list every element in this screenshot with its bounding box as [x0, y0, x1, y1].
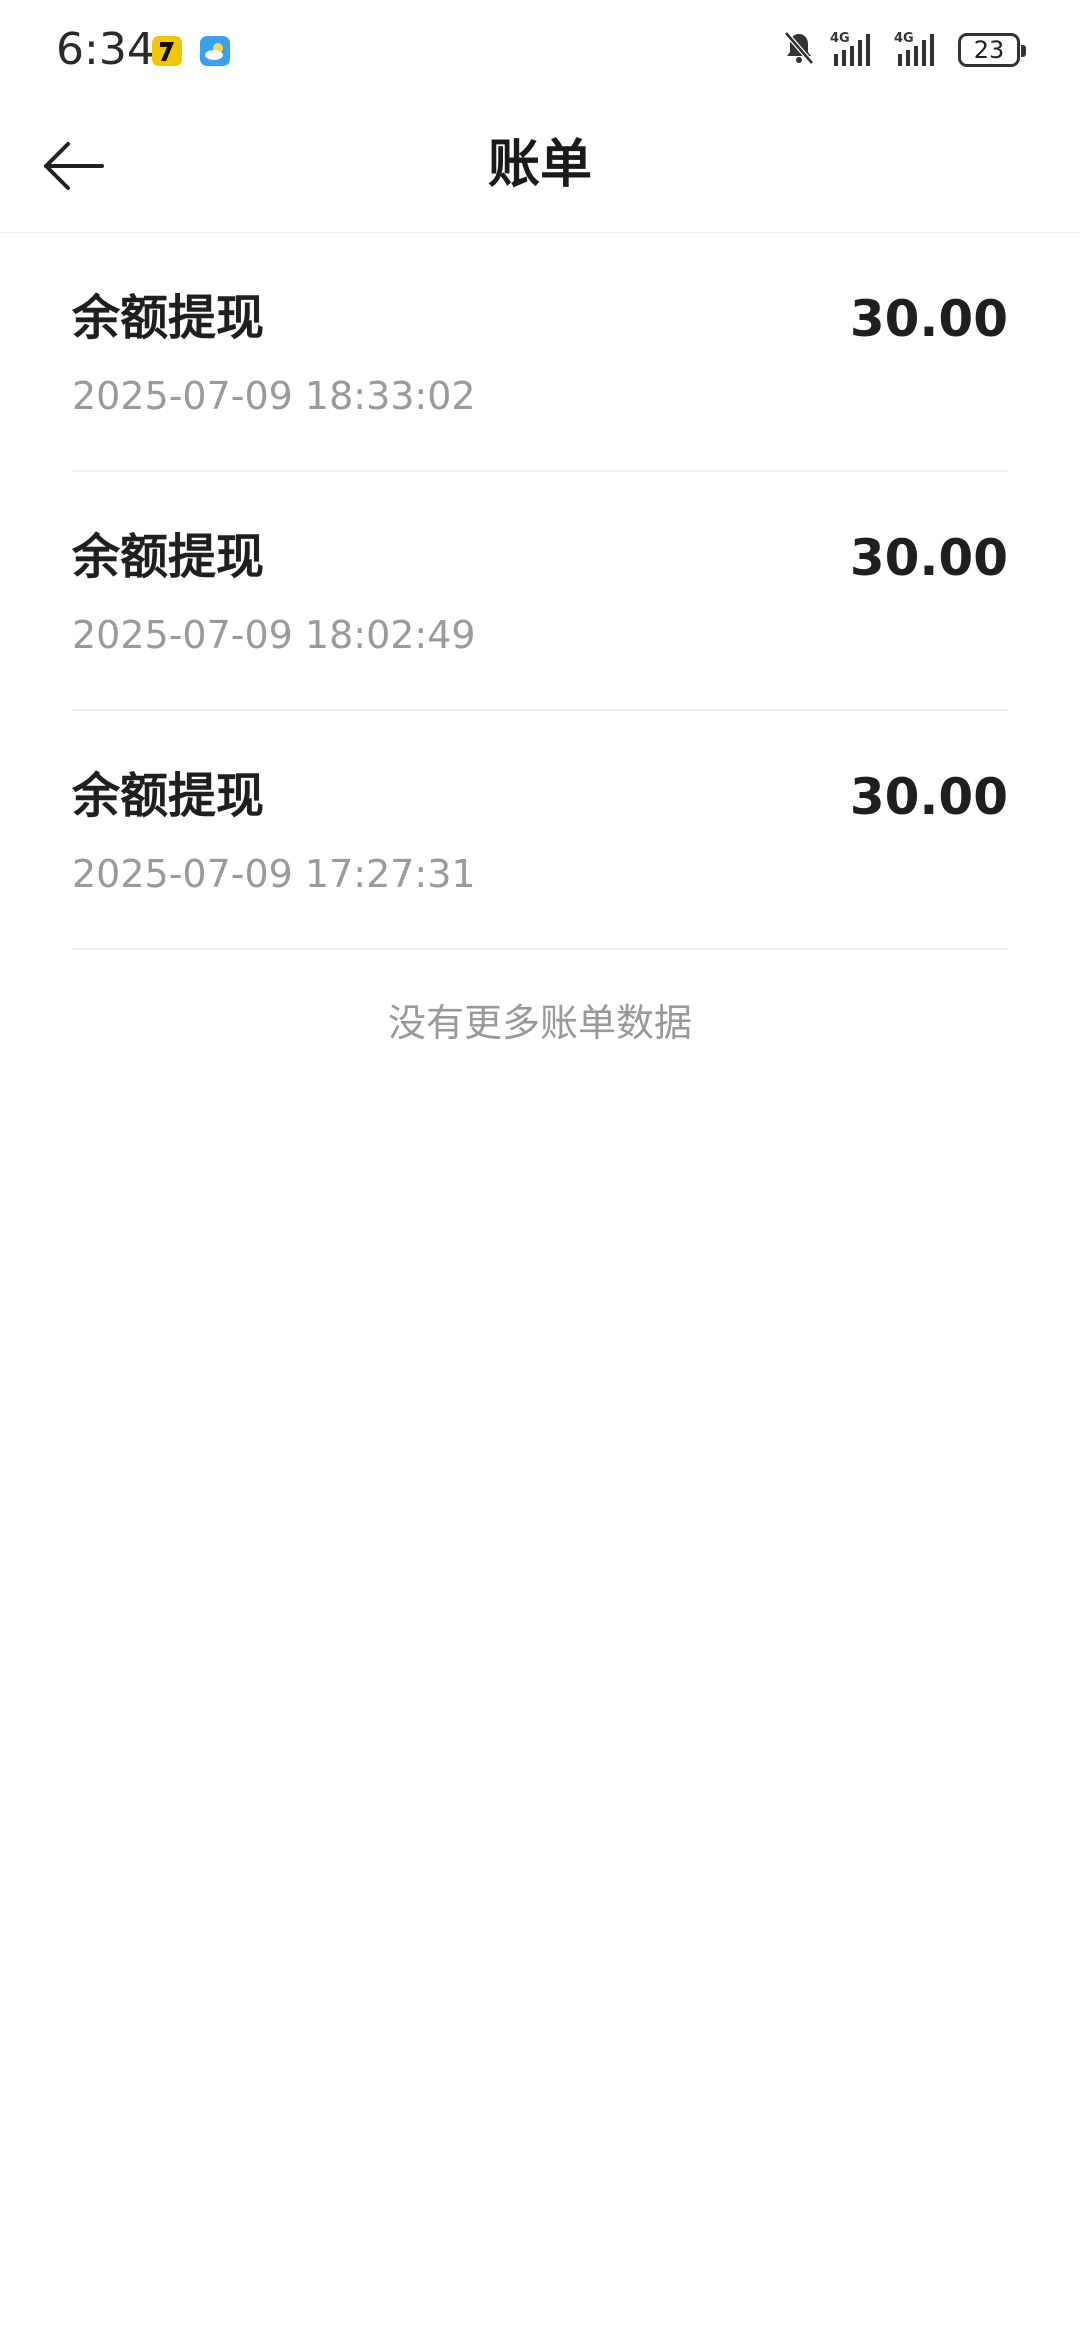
status-bar: 6:34 4G 4G 23 — [0, 0, 1080, 100]
list-item[interactable]: 余额提现 30.00 2025-07-09 18:02:49 — [72, 472, 1008, 711]
list-item[interactable]: 余额提现 30.00 2025-07-09 18:33:02 — [72, 233, 1008, 472]
app-7-icon — [152, 36, 182, 66]
bill-title: 余额提现 — [72, 770, 265, 823]
weather-icon — [200, 36, 230, 66]
network-label: 4G — [894, 31, 914, 46]
bill-amount: 30.00 — [849, 768, 1008, 826]
bill-time: 2025-07-09 18:02:49 — [72, 613, 476, 657]
bill-title: 余额提现 — [72, 531, 265, 584]
list-item[interactable]: 余额提现 30.00 2025-07-09 17:27:31 — [72, 711, 1008, 950]
status-indicators: 4G 4G 23 — [782, 28, 1026, 73]
bill-amount: 30.00 — [849, 529, 1008, 587]
bell-muted-icon — [782, 30, 816, 71]
signal-icon: 4G — [894, 28, 944, 73]
no-more-data-label: 没有更多账单数据 — [387, 1003, 692, 1045]
header: 账单 — [0, 100, 1080, 233]
bill-time: 2025-07-09 17:27:31 — [72, 852, 476, 896]
network-label: 4G — [830, 31, 850, 46]
status-time: 6:34 — [56, 24, 155, 75]
bill-time: 2025-07-09 18:33:02 — [72, 374, 476, 418]
signal-icon: 4G — [830, 28, 880, 73]
bill-list: 余额提现 30.00 2025-07-09 18:33:02 余额提现 30.0… — [72, 233, 1008, 950]
battery-icon: 23 — [958, 33, 1026, 67]
bill-amount: 30.00 — [849, 290, 1008, 348]
bill-title: 余额提现 — [72, 292, 265, 345]
page-title: 账单 — [487, 136, 592, 194]
